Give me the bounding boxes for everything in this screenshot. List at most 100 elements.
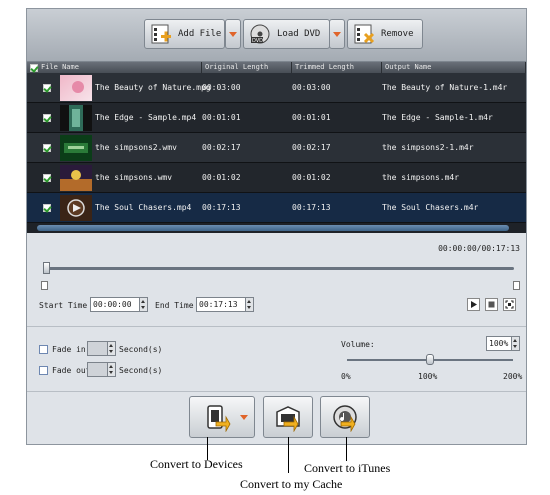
start-marker[interactable] bbox=[41, 281, 48, 290]
callout-line-cache bbox=[288, 437, 289, 473]
callout-convert-to-cache: Convert to my Cache bbox=[240, 477, 343, 491]
cache-convert-icon bbox=[274, 404, 302, 435]
end-marker[interactable] bbox=[513, 281, 520, 290]
start-time-field[interactable]: 00:00:00 bbox=[90, 297, 148, 312]
trimmed-length: 00:02:17 bbox=[292, 143, 331, 152]
file-name: the simpsons2.wmv bbox=[95, 143, 177, 152]
horizontal-scrollbar[interactable] bbox=[27, 223, 526, 233]
output-name: The Edge - Sample-1.m4r bbox=[382, 113, 493, 122]
volume-scale-max: 200% bbox=[503, 372, 523, 381]
volume-slider-handle[interactable] bbox=[426, 354, 434, 365]
play-button[interactable] bbox=[467, 298, 480, 311]
fade-out-stepper[interactable] bbox=[107, 363, 115, 376]
fade-out-label: Fade out bbox=[52, 366, 91, 375]
add-file-label: Add File bbox=[178, 29, 222, 39]
fade-in-checkbox[interactable] bbox=[39, 345, 48, 354]
select-all-checkbox[interactable] bbox=[30, 63, 38, 72]
row-checkbox[interactable] bbox=[43, 113, 51, 122]
end-time-label: End Time bbox=[155, 301, 194, 310]
callout-convert-to-itunes: Convert to iTunes bbox=[304, 461, 391, 475]
original-length: 00:02:17 bbox=[202, 143, 241, 152]
row-checkbox[interactable] bbox=[43, 203, 51, 212]
volume-scale-min: 0% bbox=[341, 372, 351, 381]
trimmed-length: 00:03:00 bbox=[292, 83, 331, 92]
start-time-label: Start Time bbox=[39, 301, 88, 310]
dvd-icon: DVD bbox=[249, 23, 271, 45]
video-thumbnail bbox=[60, 105, 92, 131]
remove-label: Remove bbox=[381, 29, 414, 39]
scrollbar-thumb[interactable] bbox=[37, 225, 509, 231]
output-name: The Beauty of Nature-1.m4r bbox=[382, 83, 508, 92]
file-name: the simpsons.wmv bbox=[95, 173, 173, 182]
trimmed-length: 00:01:01 bbox=[292, 113, 331, 122]
fade-out-checkbox[interactable] bbox=[39, 366, 48, 375]
fade-out-seconds-label: Second(s) bbox=[119, 366, 163, 375]
trimmed-length: 00:17:13 bbox=[292, 203, 331, 212]
fullscreen-button[interactable] bbox=[503, 298, 516, 311]
add-file-dropdown[interactable] bbox=[225, 19, 241, 49]
timecode-display: 00:00:00/00:17:13 bbox=[438, 244, 520, 253]
convert-to-devices-button[interactable] bbox=[189, 396, 255, 438]
video-thumbnail bbox=[60, 195, 92, 221]
file-name: The Soul Chasers.mp4 bbox=[95, 203, 192, 212]
load-dvd-button[interactable]: DVD Load DVD bbox=[243, 19, 330, 49]
fade-in-seconds-label: Second(s) bbox=[119, 345, 163, 354]
file-name: The Edge - Sample.mp4 bbox=[95, 113, 197, 122]
table-row[interactable]: The Beauty of Nature.mpg 00:03:00 00:03:… bbox=[27, 73, 526, 103]
table-row[interactable]: the simpsons2.wmv 00:02:17 00:02:17 the … bbox=[27, 133, 526, 163]
table-row-selected[interactable]: The Soul Chasers.mp4 00:17:13 00:17:13 T… bbox=[27, 193, 526, 223]
app-window: Add File DVD Load DVD Remove File Name O… bbox=[26, 8, 527, 445]
remove-button[interactable]: Remove bbox=[347, 19, 423, 49]
itunes-convert-icon bbox=[331, 404, 359, 435]
end-time-stepper[interactable] bbox=[245, 298, 253, 311]
volume-field[interactable]: 100% bbox=[486, 336, 520, 351]
column-trimmed-length[interactable]: Trimmed Length bbox=[292, 62, 382, 73]
fade-in-stepper[interactable] bbox=[107, 342, 115, 355]
add-file-icon bbox=[150, 23, 172, 45]
original-length: 00:03:00 bbox=[202, 83, 241, 92]
table-row[interactable]: The Edge - Sample.mp4 00:01:01 00:01:01 … bbox=[27, 103, 526, 133]
section-divider bbox=[27, 391, 526, 392]
timeline-track[interactable] bbox=[43, 267, 514, 270]
original-length: 00:17:13 bbox=[202, 203, 241, 212]
add-file-button[interactable]: Add File bbox=[144, 19, 225, 49]
original-length: 00:01:02 bbox=[202, 173, 241, 182]
end-time-field[interactable]: 00:17:13 bbox=[196, 297, 254, 312]
file-table: File Name Original Length Trimmed Length… bbox=[27, 62, 526, 224]
callout-convert-to-devices: Convert to Devices bbox=[150, 457, 243, 471]
row-checkbox[interactable] bbox=[43, 173, 51, 182]
file-name: The Beauty of Nature.mpg bbox=[95, 83, 211, 92]
output-name: The Soul Chasers.m4r bbox=[382, 203, 479, 212]
table-header: File Name Original Length Trimmed Length… bbox=[27, 62, 526, 73]
convert-devices-dropdown[interactable] bbox=[240, 415, 248, 420]
playhead-handle[interactable] bbox=[43, 262, 50, 274]
row-checkbox[interactable] bbox=[43, 83, 51, 92]
toolbar: Add File DVD Load DVD Remove bbox=[27, 9, 526, 62]
volume-stepper[interactable] bbox=[511, 337, 519, 350]
column-output-name[interactable]: Output Name bbox=[382, 62, 526, 73]
load-dvd-dropdown[interactable] bbox=[329, 19, 345, 49]
start-time-stepper[interactable] bbox=[139, 298, 147, 311]
svg-text:DVD: DVD bbox=[252, 38, 263, 44]
table-row[interactable]: the simpsons.wmv 00:01:02 00:01:02 the s… bbox=[27, 163, 526, 193]
callout-line-itunes bbox=[346, 437, 347, 461]
section-divider bbox=[27, 326, 526, 327]
output-name: the simpsons.m4r bbox=[382, 173, 460, 182]
remove-icon bbox=[353, 23, 375, 45]
video-thumbnail bbox=[60, 135, 92, 161]
volume-label: Volume: bbox=[341, 340, 375, 349]
fade-in-label: Fade in bbox=[52, 345, 86, 354]
video-thumbnail bbox=[60, 75, 92, 101]
column-original-length[interactable]: Original Length bbox=[202, 62, 292, 73]
convert-to-itunes-button[interactable] bbox=[320, 396, 370, 438]
fade-in-field[interactable] bbox=[87, 341, 116, 356]
column-file-name[interactable]: File Name bbox=[27, 62, 202, 73]
stop-button[interactable] bbox=[485, 298, 498, 311]
video-thumbnail bbox=[60, 165, 92, 191]
trimmed-length: 00:01:02 bbox=[292, 173, 331, 182]
row-checkbox[interactable] bbox=[43, 143, 51, 152]
convert-to-cache-button[interactable] bbox=[263, 396, 313, 438]
device-convert-icon bbox=[204, 404, 232, 435]
fade-out-field[interactable] bbox=[87, 362, 116, 377]
volume-scale-mid: 100% bbox=[418, 372, 438, 381]
